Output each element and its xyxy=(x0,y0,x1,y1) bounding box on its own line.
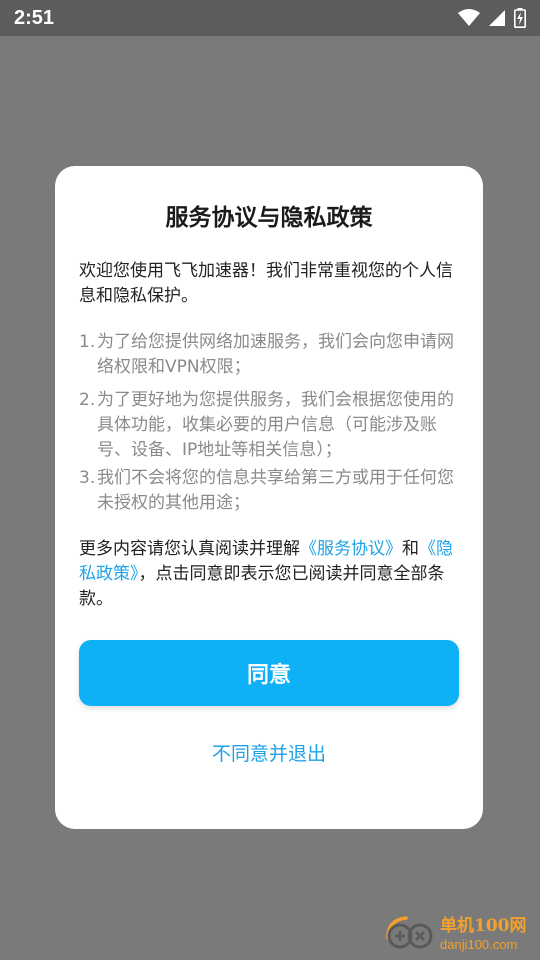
term-item: 3. 我们不会将您的信息共享给第三方或用于任何您未授权的其他用途； xyxy=(79,466,461,516)
cell-signal-icon xyxy=(488,9,506,27)
dialog-intro: 欢迎您使用飞飞加速器！我们非常重视您的个人信息和隐私保护。 xyxy=(79,261,453,306)
term-number: 3. xyxy=(79,468,96,488)
status-time: 2:51 xyxy=(14,6,55,29)
battery-charging-icon xyxy=(514,8,526,28)
dialog-title: 服务协议与隐私政策 xyxy=(165,205,373,231)
agree-button[interactable]: 同意 xyxy=(79,640,459,706)
term-item: 2. 为了更好地为您提供服务，我们会根据您使用的具体功能，收集必要的用户信息（可… xyxy=(79,388,461,463)
watermark-name: 单机100网 xyxy=(440,915,527,936)
term-item: 1. 为了给您提供网络加速服务，我们会向您申请网络权限和VPN权限； xyxy=(79,330,461,380)
term-number: 2. xyxy=(79,390,96,410)
watermark-domain: danji100.com xyxy=(440,936,518,952)
watermark-logo-icon xyxy=(382,912,434,956)
wifi-icon xyxy=(458,9,480,27)
status-bar: 2:51 xyxy=(0,0,540,36)
watermark: 单机100网 danji100.com xyxy=(382,910,532,958)
privacy-dialog: 服务协议与隐私政策 欢迎您使用飞飞加速器！我们非常重视您的个人信息和隐私保护。 … xyxy=(55,166,483,829)
term-text: 为了更好地为您提供服务，我们会根据您使用的具体功能，收集必要的用户信息（可能涉及… xyxy=(97,390,454,460)
term-text: 为了给您提供网络加速服务，我们会向您申请网络权限和VPN权限； xyxy=(97,332,454,377)
decline-exit-button[interactable]: 不同意并退出 xyxy=(79,734,459,770)
term-number: 1. xyxy=(79,332,96,352)
status-icons xyxy=(458,8,526,28)
dialog-footer-text: 更多内容请您认真阅读并理解《服务协议》和《隐私政策》，点击同意即表示您已阅读并同… xyxy=(79,537,463,612)
service-agreement-link[interactable]: 《服务协议》 xyxy=(300,539,402,559)
footer-and: 和 xyxy=(402,539,419,559)
term-text: 我们不会将您的信息共享给第三方或用于任何您未授权的其他用途； xyxy=(97,468,454,513)
footer-prefix: 更多内容请您认真阅读并理解 xyxy=(79,539,300,559)
watermark-text: 单机100网 danji100.com xyxy=(440,915,527,952)
